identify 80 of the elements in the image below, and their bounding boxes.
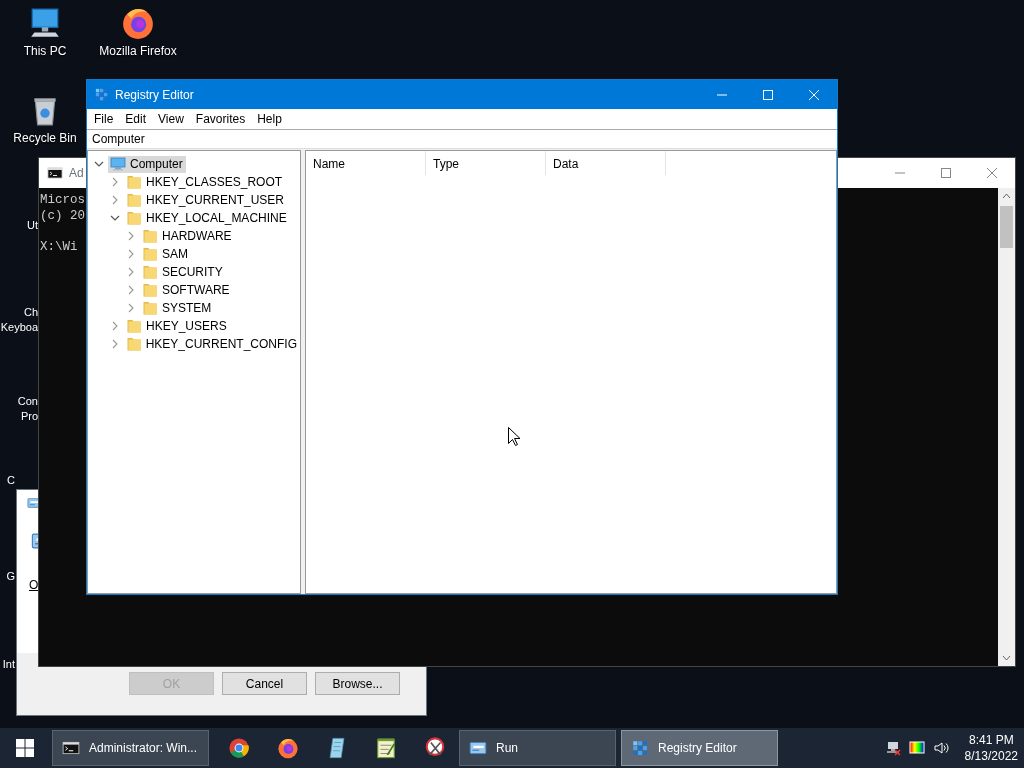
clock-date: 8/13/2022 <box>964 748 1018 764</box>
field-label: O <box>29 577 39 594</box>
window-title: Registry Editor <box>115 86 194 104</box>
dialog-button[interactable]: Browse... <box>315 672 400 695</box>
speaker-icon[interactable] <box>932 740 949 756</box>
taskbar-button[interactable]: Registry Editor <box>621 730 778 766</box>
icon-label: G <box>6 570 15 583</box>
icon-label: Pro <box>20 410 38 423</box>
menu-item[interactable]: View <box>152 109 190 129</box>
console-icon <box>62 739 80 757</box>
tree-item[interactable]: HKEY_USERS <box>124 317 230 335</box>
icon-label: Ch <box>23 306 38 319</box>
icon-label: Int <box>2 658 15 671</box>
start-icon[interactable] <box>14 738 35 758</box>
desktop-icon[interactable]: This PC <box>0 6 90 58</box>
icon-label: Recycle Bin <box>13 131 77 145</box>
maximize-icon[interactable] <box>940 168 952 178</box>
mouse-cursor-icon <box>508 427 520 446</box>
scroll-thumb[interactable] <box>1000 206 1013 248</box>
folder-icon <box>126 318 142 334</box>
desktop-icon[interactable]: Mozilla Firefox <box>93 6 183 58</box>
console-line: (c) 20 <box>40 208 85 224</box>
console-icon <box>47 165 63 181</box>
console-line: X:\Wi <box>40 239 78 255</box>
taskbar-button[interactable]: Administrator: Win... <box>52 730 209 766</box>
tree-item[interactable]: SAM <box>140 245 191 263</box>
dialog-button[interactable]: Cancel <box>222 672 307 695</box>
folder-icon <box>126 192 142 208</box>
tree-item[interactable]: Computer <box>108 155 186 173</box>
folder-icon <box>142 264 158 280</box>
folder-icon <box>125 336 142 352</box>
tree-item[interactable]: SYSTEM <box>140 299 215 317</box>
run-icon <box>469 739 487 757</box>
tree-item[interactable]: HKEY_CURRENT_USER <box>124 191 288 209</box>
scrollbar[interactable] <box>998 188 1015 666</box>
menu-item[interactable]: Edit <box>119 109 153 129</box>
tree-item[interactable]: HKEY_CURRENT_CONFIG <box>123 335 300 353</box>
console-line: Micros <box>40 192 85 208</box>
folder-icon <box>142 282 158 298</box>
clock-time: 8:41 PM <box>967 732 1015 748</box>
computer-icon <box>110 156 126 172</box>
menu-item[interactable]: File <box>88 109 120 129</box>
address-bar[interactable]: Computer <box>87 129 837 149</box>
tree-item[interactable]: HKEY_LOCAL_MACHINE <box>124 209 290 227</box>
firefox-icon[interactable] <box>276 737 299 759</box>
network-icon[interactable] <box>884 740 901 756</box>
tree-item[interactable]: SOFTWARE <box>140 281 233 299</box>
column-header[interactable]: Name <box>306 151 426 175</box>
cubes-icon <box>94 87 109 102</box>
scissors-icon[interactable] <box>423 737 446 759</box>
menu-item[interactable]: Favorites <box>189 109 252 129</box>
column-header[interactable]: Data <box>546 151 666 175</box>
desktop-icon[interactable]: Recycle Bin <box>0 93 90 145</box>
close-icon[interactable] <box>986 168 998 178</box>
chrome-icon[interactable] <box>227 737 250 759</box>
folder-icon <box>142 228 158 244</box>
display-color-icon[interactable] <box>908 740 925 756</box>
folder-icon <box>126 174 142 190</box>
icon-label: This PC <box>23 44 67 58</box>
icon-label: Keyboa <box>0 321 38 334</box>
tree-item[interactable]: SECURITY <box>140 263 226 281</box>
window-title: Ad <box>69 165 84 182</box>
tree-item[interactable]: HKEY_CLASSES_ROOT <box>124 173 286 191</box>
icon-label: Mozilla Firefox <box>99 44 177 58</box>
icon-label: C <box>7 474 15 487</box>
icon-label: Ut <box>27 219 38 232</box>
chevron-icon[interactable] <box>110 213 120 223</box>
cubes-icon <box>631 739 649 757</box>
menu-item[interactable]: Help <box>251 109 288 129</box>
icon-label: Con <box>17 395 38 408</box>
column-header[interactable]: Type <box>426 151 546 175</box>
notepad-icon[interactable] <box>374 737 397 759</box>
folder-icon <box>142 246 158 262</box>
firefox-icon <box>121 6 155 40</box>
computer-icon <box>28 6 62 40</box>
tree-item[interactable]: HARDWARE <box>140 227 235 245</box>
folder-icon <box>126 210 142 226</box>
taskbar-button[interactable]: Run <box>459 730 616 766</box>
chevron-icon[interactable] <box>94 159 104 169</box>
folder-icon <box>142 300 158 316</box>
